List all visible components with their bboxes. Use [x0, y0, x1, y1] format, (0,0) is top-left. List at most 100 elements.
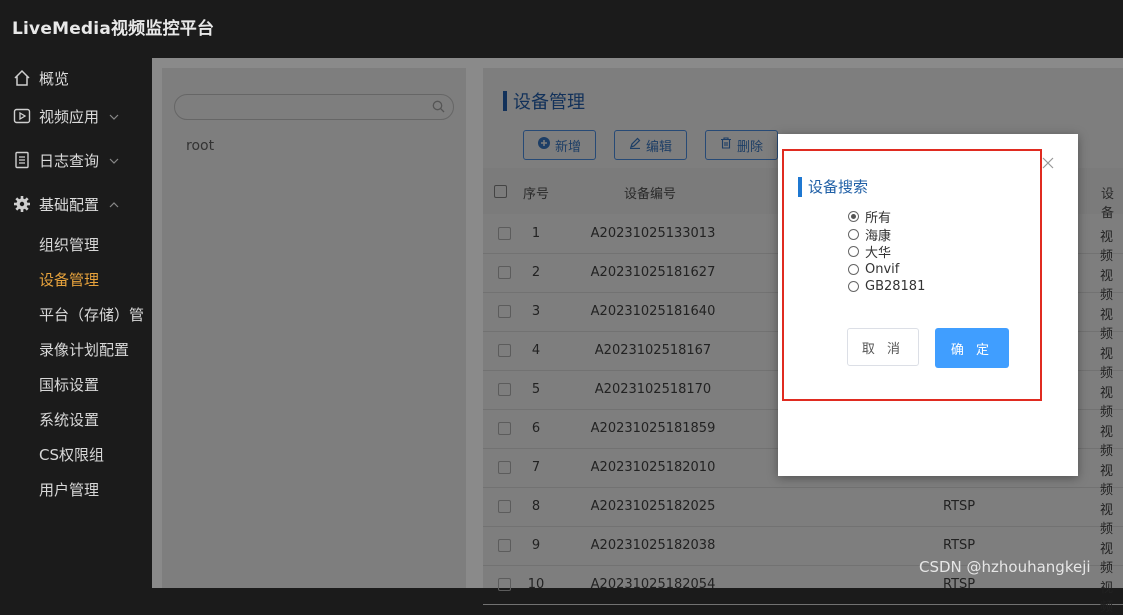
- row-index: 4: [531, 343, 541, 358]
- row-index: 10: [527, 577, 545, 592]
- row-checkbox[interactable]: [498, 344, 511, 357]
- sidebar-item-video-apps[interactable]: 视频应用: [0, 96, 152, 136]
- sidebar-item-label: 概览: [39, 69, 70, 88]
- row-device-code: A20231025181627: [590, 265, 716, 280]
- row-index: 5: [531, 382, 541, 397]
- chevron-down-icon: [109, 154, 119, 167]
- sidebar-subitem-gb-settings[interactable]: 国标设置: [39, 374, 99, 395]
- trash-icon: [720, 137, 732, 153]
- row-checkbox[interactable]: [498, 578, 511, 591]
- row-device-code: A20231025181859: [590, 421, 716, 436]
- row-index: 2: [531, 265, 541, 280]
- sidebar-subitem-cs-permission[interactable]: CS权限组: [39, 444, 104, 465]
- cancel-button[interactable]: 取 消: [847, 328, 919, 366]
- page-title-text: 设备管理: [513, 92, 585, 113]
- add-button[interactable]: 新增: [523, 130, 597, 160]
- row-device-code: A20231025133013: [590, 226, 716, 241]
- sidebar-subitem-record-plan[interactable]: 录像计划配置: [39, 339, 129, 360]
- sidebar-item-overview[interactable]: 概览: [0, 58, 152, 98]
- delete-button-label: 删除: [737, 139, 764, 155]
- sidebar-item-label: 视频应用: [39, 107, 100, 126]
- row-checkbox[interactable]: [498, 305, 511, 318]
- chevron-down-icon: [109, 110, 119, 123]
- edit-button-label: 编辑: [646, 139, 673, 155]
- table-row[interactable]: 8 A20231025182025 RTSP 视频: [483, 487, 1123, 537]
- radio-button[interactable]: [848, 263, 859, 275]
- row-index: 1: [531, 226, 541, 241]
- row-index: 6: [531, 421, 541, 436]
- sidebar-item-label: 日志查询: [39, 151, 100, 170]
- row-checkbox[interactable]: [498, 383, 511, 396]
- sidebar-subitem-device[interactable]: 设备管理: [39, 269, 99, 290]
- sidebar-subitem-org[interactable]: 组织管理: [39, 234, 99, 255]
- row-device-code: A20231025182010: [590, 460, 716, 475]
- device-search-dialog: 设备搜索 所有 海康 大华 Onvif GB28181 取 消 确 定: [778, 134, 1078, 476]
- row-device-code: A2023102518170: [594, 382, 712, 397]
- sidebar-subitem-platform[interactable]: 平台（存储）管: [39, 304, 144, 325]
- radio-label: 海康: [865, 228, 892, 244]
- edit-button[interactable]: 编辑: [614, 130, 688, 160]
- chevron-up-icon: [109, 198, 119, 211]
- dialog-title: 设备搜索: [798, 176, 868, 197]
- radio-button[interactable]: [848, 281, 859, 293]
- radio-label: 所有: [865, 211, 892, 227]
- radio-button[interactable]: [848, 246, 859, 258]
- sidebar-item-basic-config[interactable]: 基础配置: [0, 184, 152, 224]
- row-index: 9: [531, 538, 541, 553]
- select-all-checkbox[interactable]: [494, 185, 507, 198]
- pencil-icon: [629, 137, 641, 153]
- sidebar-item-label: 基础配置: [39, 195, 100, 214]
- row-index: 3: [531, 304, 541, 319]
- radio-all[interactable]: 所有: [848, 208, 925, 226]
- watermark: CSDN @hzhouhangkeji: [919, 558, 1091, 576]
- radio-dahua[interactable]: 大华: [848, 243, 925, 261]
- vendor-radio-group: 所有 海康 大华 Onvif GB28181: [848, 208, 925, 296]
- play-icon: [11, 105, 33, 127]
- row-index: 7: [531, 460, 541, 475]
- row-device-code: A20231025182038: [590, 538, 716, 553]
- sidebar-item-log-query[interactable]: 日志查询: [0, 140, 152, 180]
- delete-button[interactable]: 删除: [705, 130, 779, 160]
- radio-button[interactable]: [848, 228, 859, 240]
- radio-label: GB28181: [865, 279, 926, 295]
- document-icon: [11, 149, 33, 171]
- tree-search-input[interactable]: [174, 94, 454, 120]
- row-index: 8: [531, 499, 541, 514]
- radio-label: 大华: [865, 246, 892, 262]
- radio-onvif[interactable]: Onvif: [848, 261, 925, 279]
- gear-icon: [11, 193, 33, 215]
- title-accent-bar: [798, 176, 802, 197]
- row-protocol: RTSP: [943, 499, 976, 514]
- page-title: 设备管理: [503, 88, 585, 114]
- row-device-code: A20231025182025: [590, 499, 716, 514]
- column-header-index: 序号: [523, 187, 550, 202]
- row-protocol: RTSP: [943, 577, 976, 592]
- row-device-code: A2023102518167: [594, 343, 712, 358]
- row-checkbox[interactable]: [498, 539, 511, 552]
- row-checkbox[interactable]: [498, 266, 511, 279]
- row-checkbox[interactable]: [498, 422, 511, 435]
- row-checkbox[interactable]: [498, 227, 511, 240]
- radio-hikvision[interactable]: 海康: [848, 226, 925, 244]
- sidebar-subitem-users[interactable]: 用户管理: [39, 479, 99, 500]
- row-device-type: 视频: [1100, 581, 1114, 615]
- tree-node-root[interactable]: root: [186, 138, 214, 154]
- org-tree-panel: root: [162, 68, 466, 588]
- dialog-title-text: 设备搜索: [808, 178, 869, 196]
- radio-label: Onvif: [865, 261, 900, 277]
- row-device-code: A20231025181640: [590, 304, 716, 319]
- plus-circle-icon: [538, 137, 550, 153]
- app-header: LiveMedia视频监控平台: [0, 0, 1123, 58]
- title-accent-bar: [503, 91, 507, 111]
- row-checkbox[interactable]: [498, 461, 511, 474]
- add-button-label: 新增: [555, 139, 582, 155]
- radio-button[interactable]: [848, 211, 859, 223]
- radio-gb28181[interactable]: GB28181: [848, 278, 925, 296]
- sidebar-subitem-system[interactable]: 系统设置: [39, 409, 99, 430]
- confirm-button[interactable]: 确 定: [935, 328, 1009, 368]
- close-icon[interactable]: [1042, 154, 1056, 169]
- row-device-code: A20231025182054: [590, 577, 716, 592]
- row-protocol: RTSP: [943, 538, 976, 553]
- column-header-code: 设备编号: [624, 187, 677, 202]
- row-checkbox[interactable]: [498, 500, 511, 513]
